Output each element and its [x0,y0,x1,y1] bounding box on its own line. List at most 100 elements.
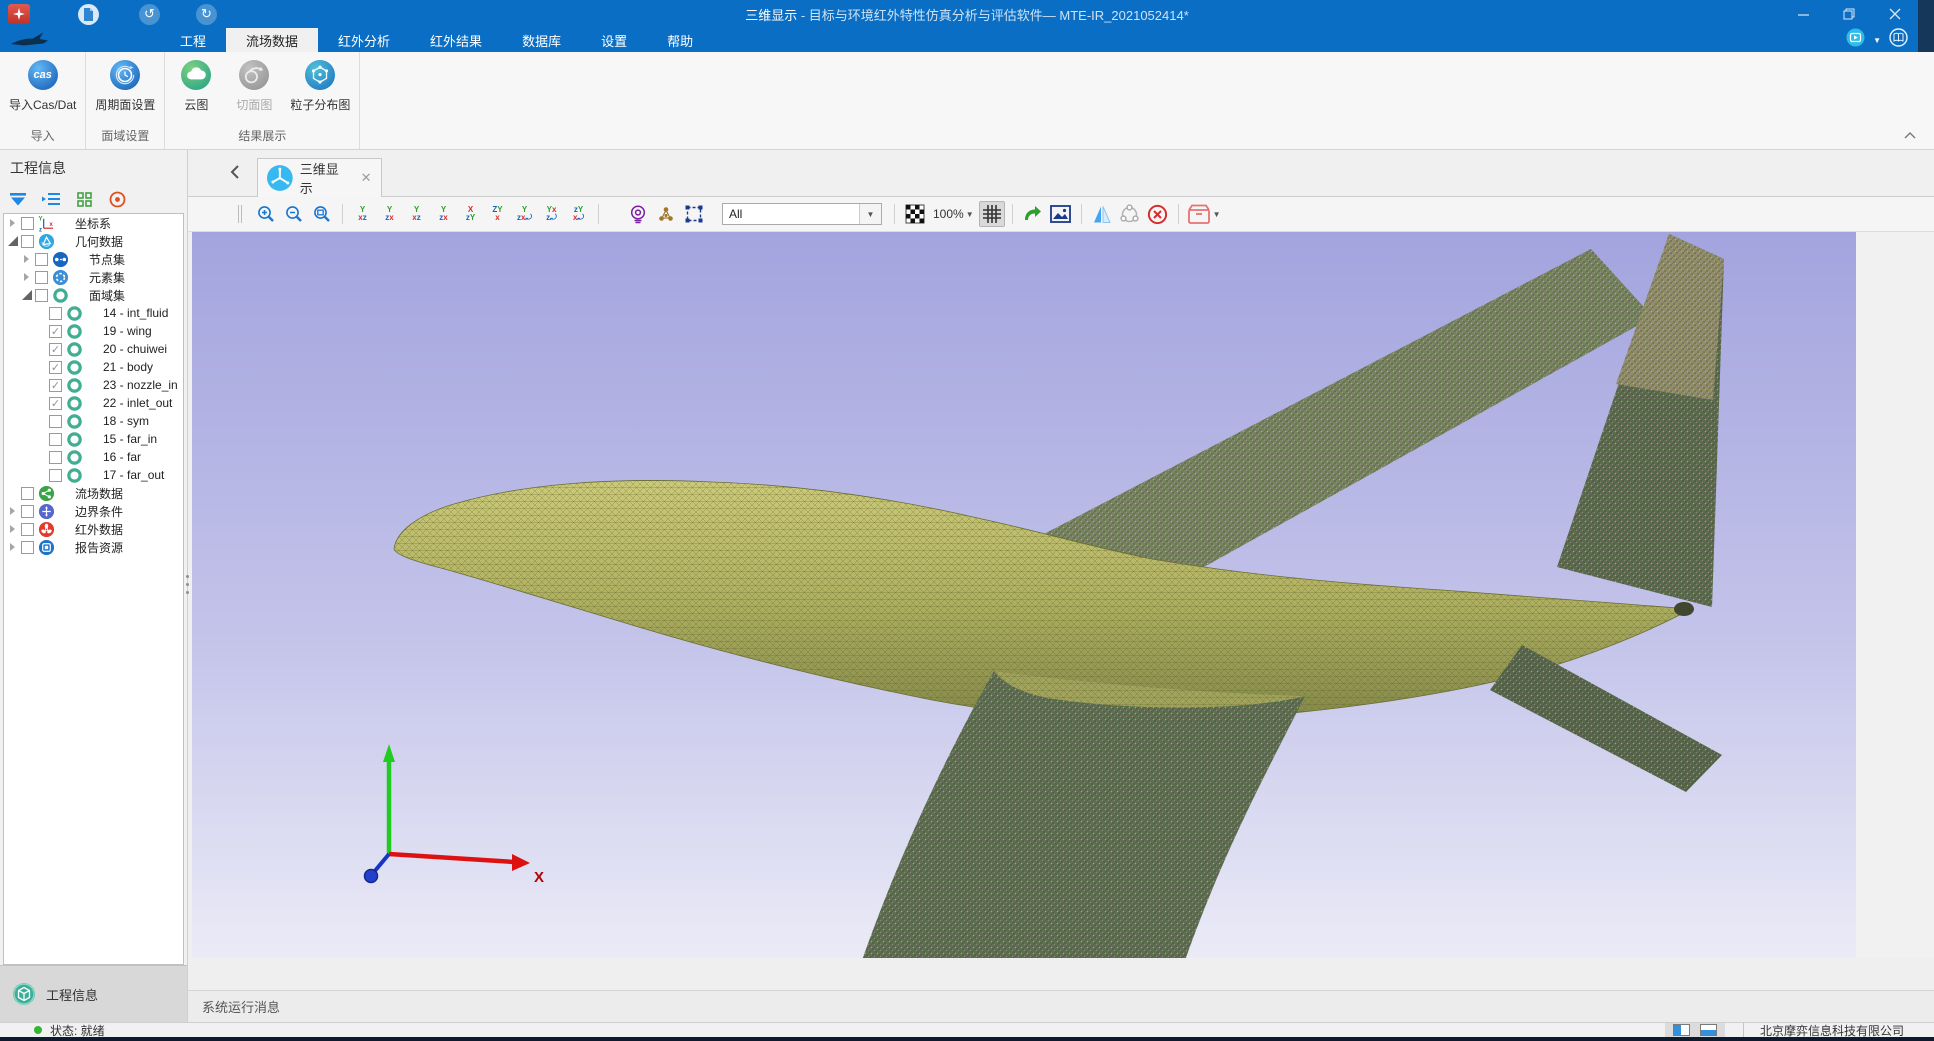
collapse-all-button[interactable] [41,190,61,208]
tree-item-face-19[interactable]: 19 - wing [4,322,183,340]
expander-collapsed-icon[interactable] [8,542,19,552]
ribbon-button-periodic-face[interactable]: 周期面设置 [88,58,162,122]
menu-item-ir-results[interactable]: 红外结果 [410,28,502,52]
tree-item-flow-field-data[interactable]: 流场数据 [4,484,183,502]
tab-3d-display[interactable]: 三维显示 ✕ [257,158,382,197]
app-menu-button[interactable] [8,4,30,24]
clear-results-button[interactable] [1145,201,1171,227]
menu-item-database[interactable]: 数据库 [502,28,581,52]
menu-item-help[interactable]: 帮助 [647,28,713,52]
visibility-checkbox[interactable] [49,379,62,392]
link-nodes-button[interactable] [1117,201,1143,227]
tree-item-coord-system[interactable]: Yzx坐标系 [4,214,183,232]
visibility-checkbox[interactable] [49,451,62,464]
particle-trace-button[interactable] [653,201,679,227]
zoom-fit-button[interactable] [309,201,335,227]
expander-collapsed-icon[interactable] [8,524,19,534]
rotate-z-button[interactable]: zYx⤾ [565,201,592,227]
export-view-button[interactable] [1020,201,1046,227]
visibility-checkbox[interactable] [49,415,62,428]
visibility-checkbox[interactable] [49,433,62,446]
tree-item-face-22[interactable]: 22 - inlet_out [4,394,183,412]
grid-view-button[interactable] [74,190,94,208]
zoom-out-button[interactable] [281,201,307,227]
expander-collapsed-icon[interactable] [8,218,19,228]
display-filter-combobox[interactable]: All▼ [722,203,882,225]
tab-close-icon[interactable]: ✕ [359,170,373,186]
minimize-button[interactable] [1780,0,1826,28]
view-bottom-button[interactable]: ZYx [484,201,511,227]
visibility-checkbox[interactable] [49,361,62,374]
tree-item-face-17[interactable]: 17 - far_out [4,466,183,484]
expander-collapsed-icon[interactable] [8,506,19,516]
ribbon-button-import-cas-dat[interactable]: cas导入Cas/Dat [2,58,83,122]
record-button[interactable] [1846,28,1865,52]
rotate-y-button[interactable]: Yxz⤾ [538,201,565,227]
visibility-checkbox[interactable] [21,235,34,248]
view-back-button[interactable]: Yzx [376,201,403,227]
ribbon-collapse-button[interactable] [1900,127,1920,143]
toolbar-grip[interactable] [238,205,242,223]
zoom-level-dropdown[interactable]: 100%▼ [929,207,978,221]
undo-button[interactable]: ↺ [139,4,160,25]
select-region-button[interactable] [681,201,707,227]
menu-item-settings[interactable]: 设置 [581,28,647,52]
visibility-checkbox[interactable] [49,469,62,482]
rotate-x-button[interactable]: Yzx⤾ [511,201,538,227]
visibility-checkbox[interactable] [21,487,34,500]
ribbon-button-particle-map[interactable]: 粒子分布图 [283,58,357,122]
toggle-left-panel-icon[interactable] [1673,1024,1690,1036]
menu-item-ir-analysis[interactable]: 红外分析 [318,28,410,52]
expander-expanded-icon[interactable] [22,290,33,300]
visibility-checkbox[interactable] [21,541,34,554]
menu-item-flow-data[interactable]: 流场数据 [226,28,318,52]
tree-item-face-14[interactable]: 14 - int_fluid [4,304,183,322]
restore-button[interactable] [1826,0,1872,28]
tree-item-face-20[interactable]: 20 - chuiwei [4,340,183,358]
view-top-button[interactable]: XzY [457,201,484,227]
tree-item-face-15[interactable]: 15 - far_in [4,430,183,448]
view-left-button[interactable]: Yxz [403,201,430,227]
visibility-checkbox[interactable] [21,217,34,230]
visibility-checkbox[interactable] [49,307,62,320]
view-front-button[interactable]: Yxz [349,201,376,227]
panel-splitter-handle[interactable] [185,575,190,594]
help-manual-button[interactable] [1889,28,1908,52]
panel-bottom-bar[interactable]: 工程信息 [0,965,187,1022]
visibility-checkbox[interactable] [35,253,48,266]
tree-item-face-16[interactable]: 16 - far [4,448,183,466]
section-box-split-button[interactable]: ▼ [1185,201,1225,227]
tree-item-face-21[interactable]: 21 - body [4,358,183,376]
redo-button[interactable]: ↻ [196,4,217,25]
visibility-checkbox[interactable] [49,325,62,338]
probe-button[interactable] [625,201,651,227]
visibility-checkbox[interactable] [21,523,34,536]
tree-item-face-23[interactable]: 23 - nozzle_in [4,376,183,394]
new-document-button[interactable] [78,4,99,25]
visibility-checkbox[interactable] [35,289,48,302]
locate-target-button[interactable] [107,190,127,208]
transparency-pattern-button[interactable] [902,201,928,227]
grid-toggle-button[interactable] [979,201,1005,227]
tree-item-geometry-data[interactable]: 几何数据 [4,232,183,250]
render-viewport-3d[interactable]: X [192,232,1856,958]
tree-item-node-set[interactable]: 节点集 [4,250,183,268]
view-right-button[interactable]: Yzx [430,201,457,227]
tree-item-element-set[interactable]: 元素集 [4,268,183,286]
filter-dropdown-button[interactable] [8,190,28,208]
visibility-checkbox[interactable] [49,397,62,410]
tree-item-face-18[interactable]: 18 - sym [4,412,183,430]
visibility-checkbox[interactable] [49,343,62,356]
tree-item-report-resource[interactable]: 报告资源 [4,538,183,556]
tree-item-boundary-condition[interactable]: 边界条件 [4,502,183,520]
expander-collapsed-icon[interactable] [22,272,33,282]
tree-item-face-set[interactable]: 面域集 [4,286,183,304]
tab-scroll-left-button[interactable] [225,163,243,181]
record-dropdown-icon[interactable]: ▼ [1873,36,1881,45]
visibility-checkbox[interactable] [21,505,34,518]
ribbon-button-contour-map[interactable]: 云图 [167,58,225,122]
snapshot-button[interactable] [1048,201,1074,227]
visibility-checkbox[interactable] [35,271,48,284]
close-button[interactable] [1872,0,1918,28]
expander-expanded-icon[interactable] [8,236,19,246]
